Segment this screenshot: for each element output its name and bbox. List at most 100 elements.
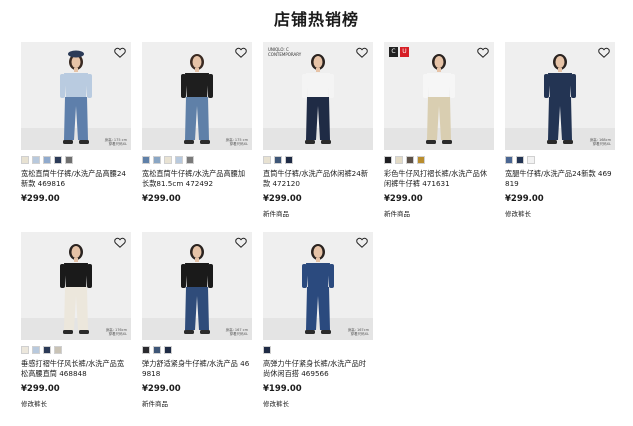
product-card[interactable]: 身高: 167 cm 穿着尺码XL 弹力舒适紧身牛仔裤/水洗产品 469818 ¥2…: [142, 232, 252, 408]
color-swatch[interactable]: [21, 346, 29, 354]
model-size-note: 身高: 176cm 穿着尺码XL: [105, 328, 127, 336]
model-figure: [302, 54, 334, 144]
color-swatch[interactable]: [527, 156, 535, 164]
product-tag: 修改裤长: [263, 400, 289, 408]
color-swatch[interactable]: [153, 346, 161, 354]
product-tag: 新件商品: [384, 210, 410, 218]
color-swatches: [142, 346, 252, 354]
favorite-heart-icon[interactable]: [477, 47, 489, 58]
color-swatch[interactable]: [263, 156, 271, 164]
color-swatches: [263, 346, 373, 354]
model-size-note: 身高: 175 cm 穿着尺码XL: [225, 138, 248, 146]
brand-badge: C: [389, 47, 398, 57]
model-figure: [423, 54, 455, 144]
color-swatch[interactable]: [164, 156, 172, 164]
color-swatch[interactable]: [164, 346, 172, 354]
color-swatch[interactable]: [516, 156, 524, 164]
color-swatch[interactable]: [43, 156, 51, 164]
product-card[interactable]: 身高: 175 cm 穿着尺码XL 宽松直筒牛仔裤/水洗产品高腰24新款 4698…: [21, 42, 131, 217]
color-swatches: [142, 156, 252, 164]
brand-badge: U: [400, 47, 409, 57]
product-price: ¥299.00: [142, 194, 181, 204]
product-tag: 修改裤长: [21, 400, 47, 408]
product-image[interactable]: 身高: 167cm 穿着尺码XL: [263, 232, 373, 340]
product-name[interactable]: 宽腿牛仔裤/水洗产品24新款 469819: [505, 169, 615, 189]
model-figure: [60, 50, 92, 144]
model-figure: [181, 54, 213, 144]
page-title: 店铺热销榜: [273, 10, 359, 29]
color-swatch[interactable]: [43, 346, 51, 354]
product-image[interactable]: 身高: 168cm 穿着尺码XL: [505, 42, 615, 150]
model-figure: [181, 244, 213, 334]
product-image[interactable]: CU: [384, 42, 494, 150]
favorite-heart-icon[interactable]: [356, 237, 368, 248]
product-card[interactable]: UNIQLO: C CONTEMPORARY 直筒牛仔裤/水洗产品休闲裤24新款 …: [263, 42, 373, 218]
color-swatch[interactable]: [285, 156, 293, 164]
product-card[interactable]: 身高: 175 cm 穿着尺码XL 宽松直筒牛仔裤/水洗产品高腰加长款81.5cm…: [142, 42, 252, 217]
product-name[interactable]: 宽松直筒牛仔裤/水洗产品高腰24新款 469816: [21, 169, 131, 189]
model-size-note: 身高: 167cm 穿着尺码XL: [347, 328, 369, 336]
product-name[interactable]: 彩色牛仔风打褶长裤/水洗产品休闲裤牛仔裤 471631: [384, 169, 494, 189]
model-size-note: 身高: 168cm 穿着尺码XL: [589, 138, 611, 146]
product-price: ¥299.00: [263, 194, 302, 204]
product-tag: [142, 208, 252, 217]
product-image[interactable]: 身高: 175 cm 穿着尺码XL: [21, 42, 131, 150]
product-tag: 修改裤长: [505, 210, 531, 218]
product-card[interactable]: C U 彩色牛仔风打褶长裤/水洗产品休闲裤牛仔裤 471631 ¥299.00 新件商品: [384, 42, 494, 218]
color-swatches: [384, 156, 494, 164]
color-swatch[interactable]: [32, 156, 40, 164]
product-price: ¥299.00: [21, 194, 60, 204]
color-swatch[interactable]: [505, 156, 513, 164]
favorite-heart-icon[interactable]: [235, 47, 247, 58]
color-swatch[interactable]: [417, 156, 425, 164]
color-swatch[interactable]: [175, 156, 183, 164]
color-swatch[interactable]: [21, 156, 29, 164]
model-figure: [302, 244, 334, 334]
product-price: ¥299.00: [384, 194, 423, 204]
product-image[interactable]: 身高: 167 cm 穿着尺码XL: [142, 232, 252, 340]
product-tag: [21, 208, 131, 217]
product-card[interactable]: 身高: 168cm 穿着尺码XL 宽腿牛仔裤/水洗产品24新款 469819 ¥29…: [505, 42, 615, 218]
model-figure: [544, 54, 576, 144]
color-swatch[interactable]: [186, 156, 194, 164]
favorite-heart-icon[interactable]: [356, 47, 368, 58]
product-image[interactable]: 身高: 175 cm 穿着尺码XL: [142, 42, 252, 150]
product-price: ¥199.00: [263, 384, 302, 394]
product-tag: 新件商品: [263, 210, 289, 218]
color-swatches: [21, 346, 131, 354]
product-name[interactable]: 宽松直筒牛仔裤/水洗产品高腰加长款81.5cm 472492: [142, 169, 252, 189]
product-name[interactable]: 弹力舒适紧身牛仔裤/水洗产品 469818: [142, 359, 252, 379]
product-card[interactable]: 身高: 176cm 穿着尺码XL 垂感打褶牛仔风长裤/水洗产品宽松高腰直筒 468…: [21, 232, 131, 408]
product-tag: 新件商品: [142, 400, 168, 408]
color-swatch[interactable]: [384, 156, 392, 164]
color-swatches: [505, 156, 615, 164]
color-swatch[interactable]: [395, 156, 403, 164]
color-swatch[interactable]: [54, 346, 62, 354]
color-swatch[interactable]: [32, 346, 40, 354]
product-name[interactable]: 垂感打褶牛仔风长裤/水洗产品宽松高腰直筒 468848: [21, 359, 131, 379]
color-swatches: [21, 156, 131, 164]
product-price: ¥299.00: [21, 384, 60, 394]
color-swatch[interactable]: [65, 156, 73, 164]
product-price: ¥299.00: [142, 384, 181, 394]
model-size-note: 身高: 167 cm 穿着尺码XL: [225, 328, 248, 336]
color-swatch[interactable]: [142, 156, 150, 164]
brand-logo-text: UNIQLO: C CONTEMPORARY: [268, 47, 302, 57]
product-card[interactable]: 身高: 167cm 穿着尺码XL 高弹力牛仔紧身长裤/水洗产品时尚休闲百搭 469…: [263, 232, 373, 408]
favorite-heart-icon[interactable]: [114, 47, 126, 58]
product-image[interactable]: UNIQLO: C CONTEMPORARY: [263, 42, 373, 150]
favorite-heart-icon[interactable]: [114, 237, 126, 248]
color-swatch[interactable]: [153, 156, 161, 164]
brand-badges: CU: [389, 47, 409, 57]
favorite-heart-icon[interactable]: [235, 237, 247, 248]
color-swatch[interactable]: [142, 346, 150, 354]
color-swatch[interactable]: [263, 346, 271, 354]
favorite-heart-icon[interactable]: [598, 47, 610, 58]
product-image[interactable]: 身高: 176cm 穿着尺码XL: [21, 232, 131, 340]
color-swatch[interactable]: [274, 156, 282, 164]
product-name[interactable]: 直筒牛仔裤/水洗产品休闲裤24新款 472120: [263, 169, 373, 189]
color-swatch[interactable]: [54, 156, 62, 164]
model-figure: [60, 244, 92, 334]
product-name[interactable]: 高弹力牛仔紧身长裤/水洗产品时尚休闲百搭 469566: [263, 359, 373, 379]
color-swatch[interactable]: [406, 156, 414, 164]
